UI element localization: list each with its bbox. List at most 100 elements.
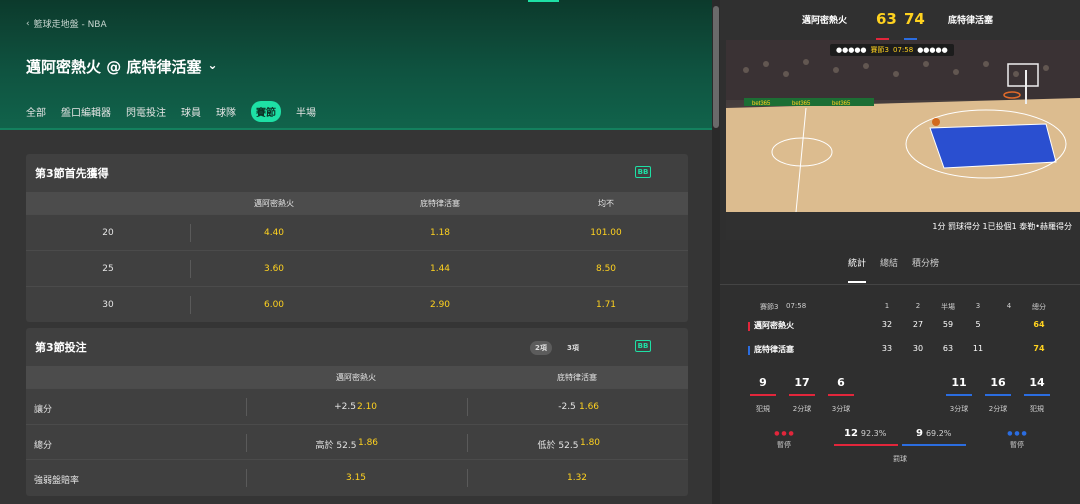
tab-quarters[interactable]: 賽節 xyxy=(251,101,281,122)
odds-button[interactable]: 101.00 xyxy=(590,228,622,238)
col-neither: 均不 xyxy=(598,199,614,208)
odds-button[interactable]: 1.71 xyxy=(596,300,616,310)
tab-stats[interactable]: 統計 xyxy=(848,256,867,283)
odds-button[interactable]: 2.10 xyxy=(357,402,377,412)
ad-board: bet365 xyxy=(832,101,851,107)
market-header[interactable]: 第3節投注 2項 3項 BB xyxy=(26,328,688,366)
event-header: ‹ 籃球走地盤 - NBA 邁阿密熱火 @ 底特律活塞 ⌄ 全部 盤口編輯器 閃… xyxy=(0,0,712,130)
odds-button[interactable]: 6.00 xyxy=(264,300,284,310)
scoreboard: 邁阿密熱火 63 74 底特律活塞 xyxy=(720,0,1080,40)
odds-button[interactable]: 1.44 xyxy=(430,264,450,274)
away-fouls-count: 14 xyxy=(1029,376,1045,389)
three-way-toggle[interactable]: 3項 xyxy=(562,341,584,355)
away-2pt-label: 2分球 xyxy=(988,405,1008,413)
col-away: 底特律活塞 xyxy=(557,373,597,382)
tab-flash-bet[interactable]: 閃電投注 xyxy=(126,104,166,119)
odds-button[interactable]: 1.18 xyxy=(430,228,450,238)
market-header[interactable]: 第3節首先獲得 BB xyxy=(26,154,688,192)
markets-panel: ‹ 籃球走地盤 - NBA 邁阿密熱火 @ 底特律活塞 ⌄ 全部 盤口編輯器 閃… xyxy=(0,0,712,504)
bet-builder-badge: BB xyxy=(635,166,651,178)
odds-button[interactable]: 1.66 xyxy=(579,402,599,412)
breadcrumb-label[interactable]: 籃球走地盤 - NBA xyxy=(34,17,107,30)
home-underline xyxy=(750,394,776,396)
away-fouls-label: 犯規 xyxy=(1030,405,1044,413)
home-underline xyxy=(789,394,815,396)
column-headers: 邁阿密熱火 底特律活塞 均不 xyxy=(26,192,688,214)
event-title[interactable]: 邁阿密熱火 @ 底特律活塞 xyxy=(26,56,201,77)
tab-summary[interactable]: 總結 xyxy=(880,256,898,283)
tab-all[interactable]: 全部 xyxy=(26,104,46,119)
chevron-left-icon[interactable]: ‹ xyxy=(26,19,30,29)
team-name: 底特律活塞 xyxy=(754,345,794,354)
score-q3: 11 xyxy=(972,344,984,353)
table-row: 25 3.60 1.44 8.50 xyxy=(26,250,688,286)
stats-tabs: 統計 總結 積分榜 xyxy=(848,256,939,283)
game-clock: ●●●●● 賽節3 07:58 ●●●●● xyxy=(830,44,954,56)
home-score: 63 xyxy=(876,10,897,28)
scrollbar[interactable] xyxy=(712,0,720,504)
score-q1: 33 xyxy=(881,344,893,353)
divider xyxy=(720,284,1080,285)
table-row: 20 4.40 1.18 101.00 xyxy=(26,214,688,250)
two-way-toggle[interactable]: 2項 xyxy=(530,341,552,355)
col-home: 邁阿密熱火 xyxy=(254,199,294,208)
home-timeout-label: 暫停 xyxy=(777,441,791,449)
odds-button[interactable]: 1.80 xyxy=(580,438,600,448)
tab-bet-builder[interactable]: 盤口編輯器 xyxy=(61,104,111,119)
away-timeout-label: 暫停 xyxy=(1010,441,1024,449)
dots-left: ●●●●● xyxy=(836,46,867,54)
odds-button[interactable]: 4.40 xyxy=(264,228,284,238)
chevron-down-icon[interactable]: ⌄ xyxy=(207,58,217,72)
divider xyxy=(467,469,468,487)
odds-button[interactable]: 3.15 xyxy=(346,473,366,483)
tab-half[interactable]: 半場 xyxy=(296,104,316,119)
score-q2: 27 xyxy=(912,320,924,329)
tab-teams[interactable]: 球隊 xyxy=(216,104,236,119)
col-away: 底特律活塞 xyxy=(420,199,460,208)
table-row: 30 6.00 2.90 1.71 xyxy=(26,286,688,322)
team-name: 邁阿密熱火 xyxy=(754,321,794,330)
odds-button[interactable]: 8.50 xyxy=(596,264,616,274)
stats-header: 3 xyxy=(975,302,981,310)
away-3pt-label: 3分球 xyxy=(949,405,969,413)
top-indicator xyxy=(528,0,559,2)
stats-clock: 07:58 xyxy=(786,302,807,310)
home-underline xyxy=(828,394,854,396)
away-2pt-count: 16 xyxy=(990,376,1006,389)
table-row: 強弱盤賠率 3.15 1.32 xyxy=(26,459,688,495)
column-headers: 邁阿密熱火 底特律活塞 xyxy=(26,366,688,388)
score-q2: 30 xyxy=(912,344,924,353)
breadcrumb[interactable]: ‹ 籃球走地盤 - NBA xyxy=(26,17,107,31)
ad-board: bet365 xyxy=(792,101,811,107)
period-label: 賽節3 xyxy=(870,46,890,54)
handicap-line: -2.5 xyxy=(558,402,576,412)
score-q1: 32 xyxy=(881,320,893,329)
market-title: 第3節首先獲得 xyxy=(35,167,109,180)
home-freethrows: 12 92.3% xyxy=(844,428,886,439)
home-2pt-label: 2分球 xyxy=(792,405,812,413)
handicap-line: +2.5 xyxy=(334,402,356,412)
stats-header: 1 xyxy=(884,302,890,310)
divider xyxy=(246,469,247,487)
tab-standings[interactable]: 積分榜 xyxy=(912,256,939,283)
scrollbar-thumb[interactable] xyxy=(713,6,719,128)
market-label: 總分 xyxy=(34,440,53,451)
line-value: 20 xyxy=(102,228,114,238)
home-team-name: 邁阿密熱火 xyxy=(802,16,848,26)
score-total: 64 xyxy=(1033,320,1045,329)
odds-button[interactable]: 2.90 xyxy=(430,300,450,310)
divider xyxy=(467,433,468,452)
page-title[interactable]: 邁阿密熱火 @ 底特律活塞 ⌄ xyxy=(26,56,218,77)
odds-button[interactable]: 1.32 xyxy=(567,473,587,483)
home-3pt-count: 6 xyxy=(837,376,845,389)
tab-players[interactable]: 球員 xyxy=(181,104,201,119)
stats-header: 2 xyxy=(915,302,921,310)
table-row: 總分 高於 52.5 1.86 低於 52.5 1.80 xyxy=(26,423,688,460)
odds-button[interactable]: 3.60 xyxy=(264,264,284,274)
market-label: 讓分 xyxy=(34,405,53,415)
away-underline xyxy=(946,394,972,396)
away-ft-pct: 69.2% xyxy=(925,429,952,438)
divider xyxy=(190,224,191,242)
odds-button[interactable]: 1.86 xyxy=(358,438,378,448)
home-timeout-dots: ● ● ● xyxy=(774,430,794,437)
